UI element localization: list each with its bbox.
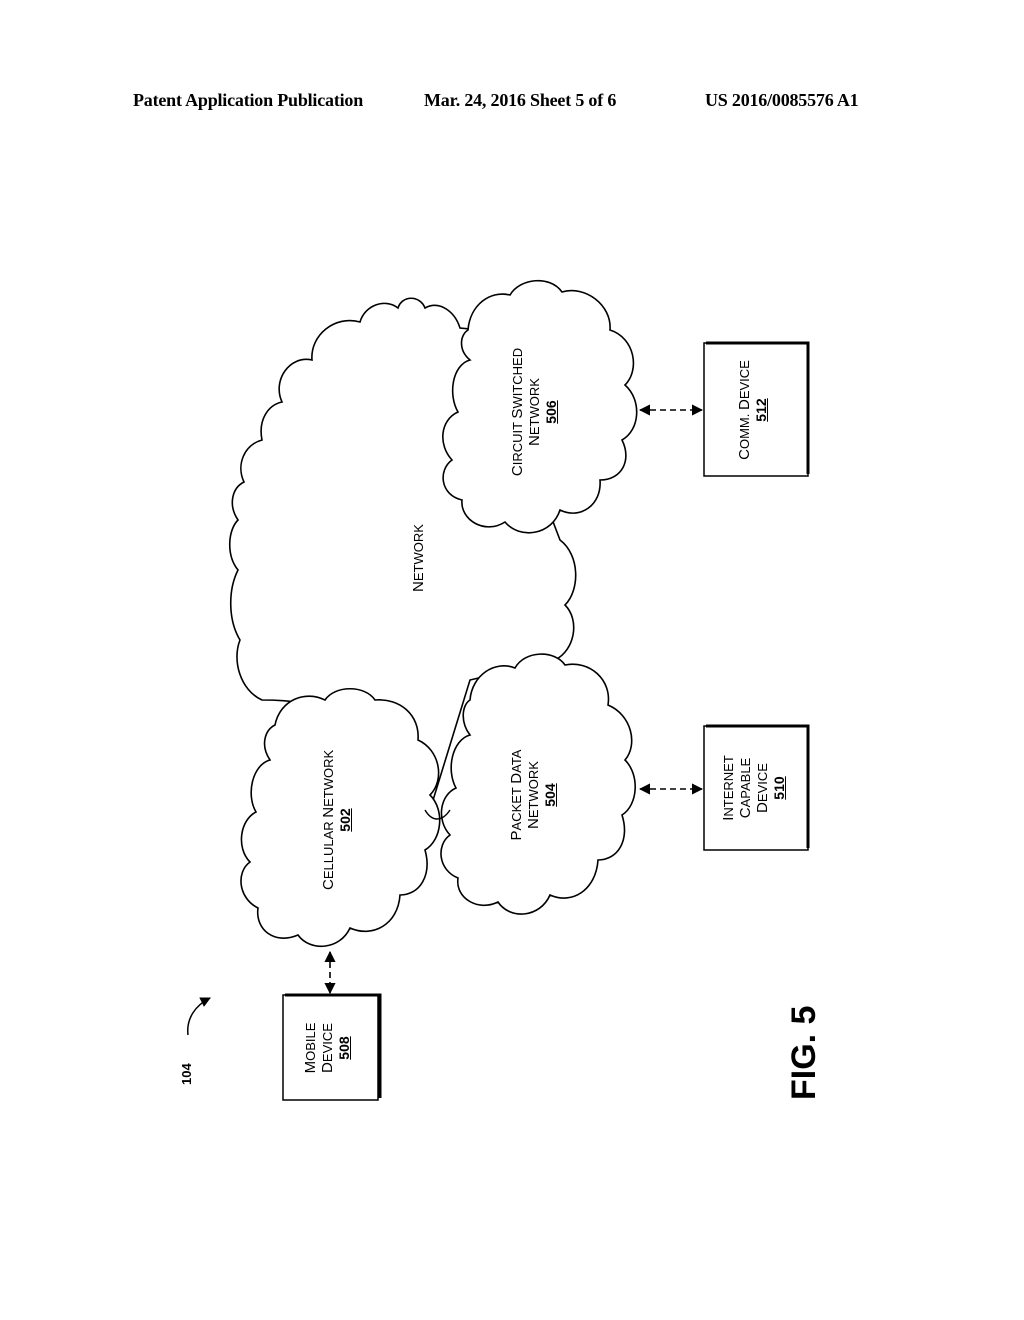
reference-numeral: 104 bbox=[179, 1063, 194, 1085]
mobile-device-number: 508 bbox=[336, 1036, 352, 1060]
internet-capable-device-label: INTERNET CAPABLE DEVICE 510 bbox=[720, 738, 792, 838]
network-label: NETWORK bbox=[410, 524, 427, 592]
cellular-network-number: 502 bbox=[337, 808, 353, 832]
figure-label: FIG. 5 bbox=[785, 1005, 823, 1100]
internet-capable-device-number: 510 bbox=[771, 776, 787, 800]
network-diagram bbox=[187, 279, 810, 1101]
circuit-switched-network-label: CIRCUIT SWITCHED NETWORK 506 bbox=[509, 337, 565, 487]
packet-data-network-label: PACKET DATA NETWORK 504 bbox=[508, 735, 564, 855]
comm-device-number: 512 bbox=[753, 398, 769, 422]
reference-arrow bbox=[187, 997, 211, 1036]
circuit-switched-network-number: 506 bbox=[543, 400, 559, 424]
mobile-device-label: MOBILE DEVICE 508 bbox=[302, 1008, 358, 1088]
packet-data-network-number: 504 bbox=[542, 783, 558, 807]
cellular-network-label: CELLULAR NETWORK 502 bbox=[320, 749, 353, 890]
comm-device-label: COMM. DEVICE 512 bbox=[736, 355, 776, 465]
